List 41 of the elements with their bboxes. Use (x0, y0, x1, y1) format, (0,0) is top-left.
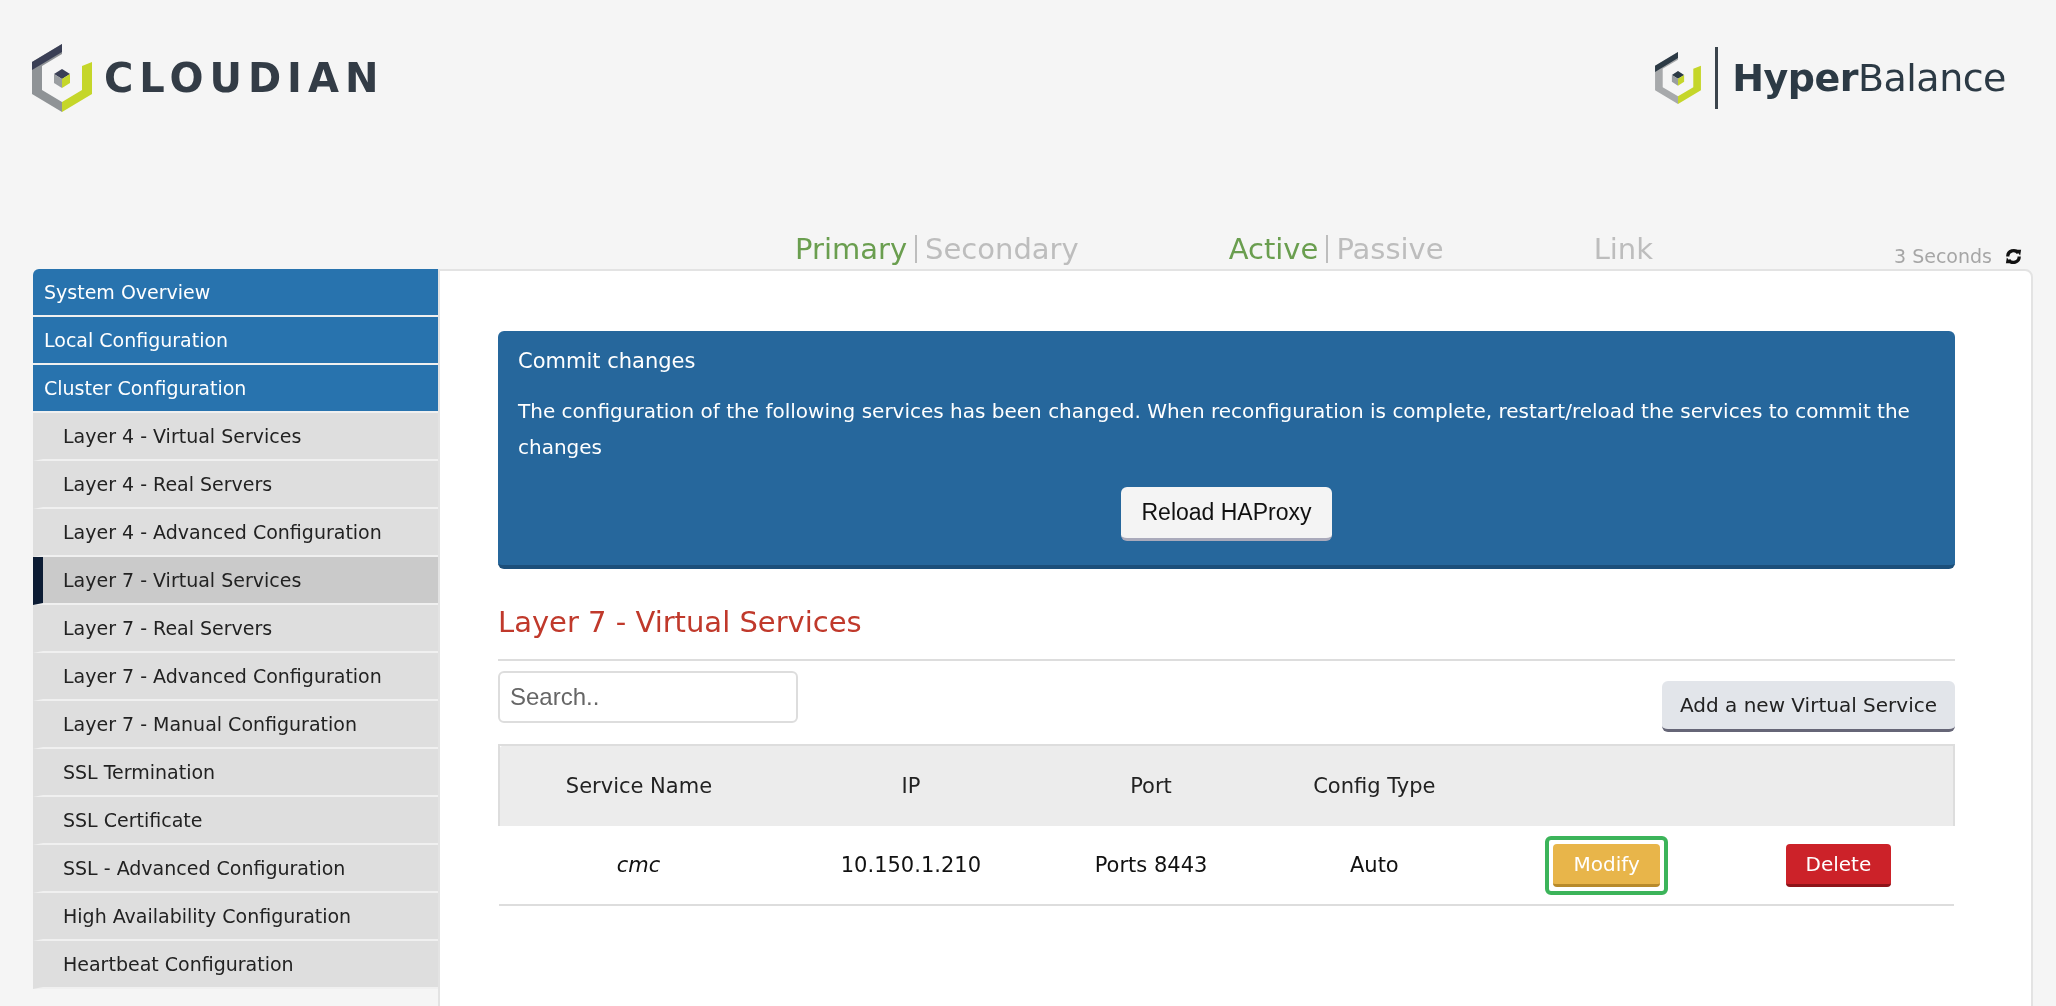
table-cell: Ports 8443 (1094, 853, 1208, 877)
sidebar-item[interactable]: Heartbeat Configuration (33, 941, 438, 989)
search-field[interactable]: Search.. (498, 671, 798, 723)
sidebar-item[interactable]: Layer 7 - Virtual Services (33, 557, 438, 605)
sidebar-item[interactable]: SSL Termination (33, 749, 438, 797)
sidebar-item[interactable]: Layer 7 - Real Servers (33, 605, 438, 653)
sidebar-item[interactable]: Local Configuration (33, 317, 438, 365)
cube-logo-icon (1655, 52, 1702, 104)
commit-message: The configuration of the following services has been changed. When reconfiguration is complete, restart/reload the services to commit the changes (518, 398, 1911, 461)
table-cell: cmc (616, 853, 661, 877)
reload-button[interactable]: Reload HAProxy (1121, 487, 1332, 541)
delete-button[interactable]: Delete (1785, 843, 1892, 887)
sidebar-item[interactable]: Layer 4 - Advanced Configuration (33, 509, 438, 557)
table-cell: 10.150.1.210 (840, 853, 981, 877)
status-label: Link (1593, 232, 1654, 266)
sidebar-item[interactable]: Layer 7 - Manual Configuration (33, 701, 438, 749)
product-logo-text: HyperBalance (1732, 56, 2006, 100)
brand-logo-text: CLOUDIAN (104, 55, 385, 101)
sidebar-item[interactable]: High Availability Configuration (33, 893, 438, 941)
refresh-interval: 3 Seconds (1894, 245, 1992, 267)
column-header: Config Type (1258, 745, 1491, 826)
sidebar-item[interactable]: SSL - Advanced Configuration (33, 845, 438, 893)
page-title: Layer 7 - Virtual Services (498, 605, 863, 639)
cube-logo-icon (32, 44, 92, 112)
sidebar-item[interactable]: Layer 7 - Advanced Configuration (33, 653, 438, 701)
add-service-button[interactable]: Add a new Virtual Service (1662, 681, 1955, 732)
sidebar-item[interactable]: System Overview (33, 269, 438, 317)
status-label: Primary (795, 232, 908, 266)
commit-title: Commit changes (518, 349, 697, 373)
status-label: Secondary (925, 232, 1079, 266)
sidebar-item[interactable]: Cluster Configuration (33, 365, 438, 413)
sidebar-item[interactable]: Layer 4 - Virtual Services (33, 413, 438, 461)
refresh-icon[interactable] (2004, 246, 2023, 266)
column-header: Service Name (499, 745, 778, 826)
column-header: IP (777, 745, 1044, 826)
sidebar-item[interactable]: Layer 4 - Real Servers (33, 461, 438, 509)
table-cell: Auto (1349, 853, 1399, 877)
status-label: Active (1228, 232, 1319, 266)
status-label: Passive (1336, 232, 1444, 266)
sidebar-item[interactable]: SSL Certificate (33, 797, 438, 845)
column-header: Port (1043, 745, 1259, 826)
